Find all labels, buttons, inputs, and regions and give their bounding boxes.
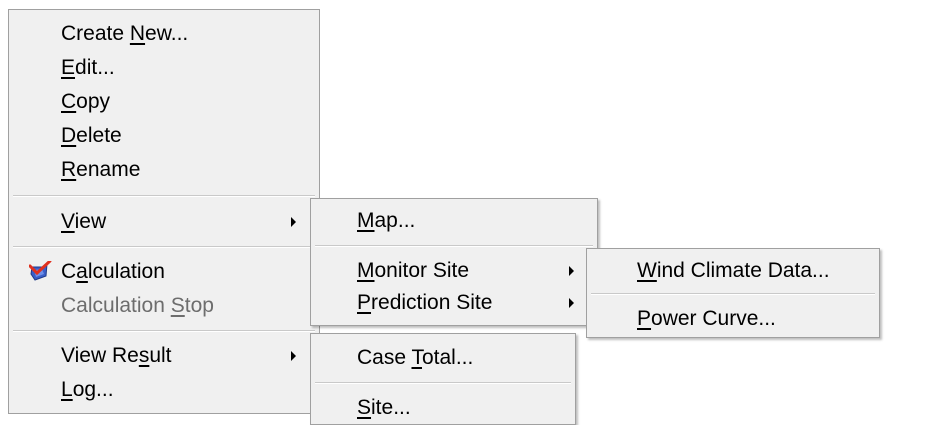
submenu-arrow-icon xyxy=(291,351,296,361)
menu-item-monitor-site[interactable]: Monitor Site xyxy=(311,255,597,287)
menu-item-power-curve[interactable]: Power Curve... xyxy=(587,303,879,335)
menu-item-create-new[interactable]: Create New... xyxy=(9,18,319,50)
menu-item-wind-climate-data[interactable]: Wind Climate Data... xyxy=(587,255,879,287)
menu-item-view[interactable]: View xyxy=(9,206,319,238)
calculation-icon xyxy=(28,259,53,283)
menu-item-calculation[interactable]: Calculation xyxy=(9,256,319,288)
context-menu: Create New... Edit... Copy Delete Rename… xyxy=(8,9,320,414)
menu-item-prediction-site[interactable]: Prediction Site xyxy=(311,287,597,319)
menu-item-log[interactable]: Log... xyxy=(9,374,319,406)
menu-item-delete[interactable]: Delete xyxy=(9,120,319,152)
menu-item-view-result[interactable]: View Result xyxy=(9,340,319,372)
submenu-arrow-icon xyxy=(569,298,574,308)
menu-separator xyxy=(13,246,315,248)
menu-separator xyxy=(591,293,875,295)
menu-separator xyxy=(13,195,315,197)
view-submenu: Map... Monitor Site Prediction Site xyxy=(310,198,598,326)
menu-separator xyxy=(315,382,571,384)
submenu-arrow-icon xyxy=(569,266,574,276)
menu-item-case-total[interactable]: Case Total... xyxy=(311,342,575,374)
menu-item-copy[interactable]: Copy xyxy=(9,86,319,118)
monitor-site-submenu: Wind Climate Data... Power Curve... xyxy=(586,248,880,338)
submenu-arrow-icon xyxy=(291,217,296,227)
menu-item-calculation-stop: Calculation Stop xyxy=(61,294,214,317)
menu-separator xyxy=(315,245,593,247)
menu-item-map[interactable]: Map... xyxy=(311,205,597,237)
menu-item-rename[interactable]: Rename xyxy=(9,154,319,186)
view-result-submenu: Case Total... Site... xyxy=(310,333,576,425)
menu-item-site[interactable]: Site... xyxy=(311,392,575,424)
menu-item-edit[interactable]: Edit... xyxy=(9,52,319,84)
menu-separator xyxy=(13,330,315,332)
